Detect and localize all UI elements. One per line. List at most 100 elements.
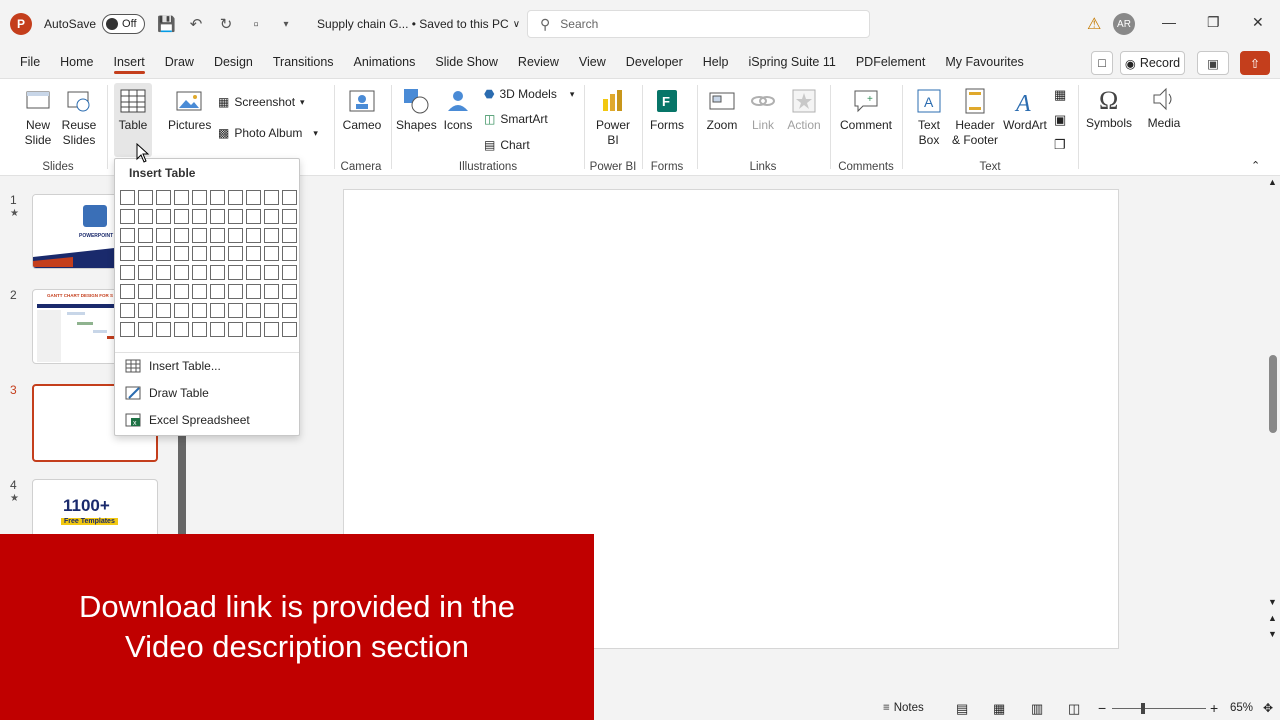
normal-view-icon[interactable]: ▤: [956, 701, 968, 717]
tab-developer[interactable]: Developer: [616, 48, 693, 76]
table-grid-cell[interactable]: [138, 265, 153, 281]
power-bi-button[interactable]: Power BI: [591, 87, 635, 148]
tab-file[interactable]: File: [10, 48, 50, 76]
record-button[interactable]: ◉ Record: [1120, 51, 1185, 75]
table-grid-cell[interactable]: [192, 190, 207, 205]
table-grid-cell[interactable]: [282, 321, 297, 337]
table-grid-cell[interactable]: [210, 227, 225, 243]
table-grid-cell[interactable]: [210, 302, 225, 318]
screenshot-button[interactable]: ▦ Screenshot ▾: [218, 95, 305, 109]
text-box-button[interactable]: A Text Box: [909, 87, 949, 148]
undo-icon[interactable]: ↶: [187, 15, 205, 33]
shapes-button[interactable]: Shapes: [396, 87, 437, 133]
photo-album-button[interactable]: ▩ Photo Album ▾: [218, 126, 318, 140]
tab-animations[interactable]: Animations: [344, 48, 426, 76]
tab-review[interactable]: Review: [508, 48, 569, 76]
table-grid-cell[interactable]: [228, 302, 243, 318]
table-grid-cell[interactable]: [210, 265, 225, 281]
table-grid-cell[interactable]: [282, 208, 297, 224]
table-grid-cell[interactable]: [228, 283, 243, 299]
table-grid-cell[interactable]: [282, 246, 297, 262]
reading-view-icon[interactable]: ▥: [1031, 701, 1043, 717]
media-button[interactable]: Media: [1142, 85, 1186, 131]
table-grid-cell[interactable]: [264, 227, 279, 243]
table-grid-cell[interactable]: [156, 227, 171, 243]
slide-number-icon[interactable]: ▣: [1054, 112, 1066, 128]
autosave-toggle[interactable]: Off: [102, 14, 146, 34]
tab-ispring-suite-11[interactable]: iSpring Suite 11: [739, 48, 846, 76]
table-grid-cell[interactable]: [174, 321, 189, 337]
table-grid-cell[interactable]: [120, 190, 135, 205]
forms-button[interactable]: F Forms: [647, 87, 687, 133]
zoom-in-icon[interactable]: +: [1210, 700, 1218, 716]
table-grid-cell[interactable]: [138, 190, 153, 205]
table-grid-cell[interactable]: [120, 246, 135, 262]
table-grid-cell[interactable]: [174, 227, 189, 243]
scroll-down-icon[interactable]: ▼: [1268, 597, 1277, 607]
table-grid-cell[interactable]: [156, 246, 171, 262]
close-icon[interactable]: ✕: [1252, 14, 1264, 31]
pictures-button[interactable]: Pictures: [168, 87, 211, 133]
table-grid-cell[interactable]: [192, 246, 207, 262]
chart-button[interactable]: ▤ Chart: [484, 138, 530, 152]
reuse-slides-button[interactable]: Reuse Slides: [60, 87, 98, 148]
action-button[interactable]: Action: [784, 87, 824, 133]
scroll-thumb[interactable]: [1269, 355, 1277, 433]
draw-table-item[interactable]: Draw Table: [125, 381, 209, 405]
slide-sorter-icon[interactable]: ▦: [993, 701, 1005, 717]
table-grid-cell[interactable]: [282, 302, 297, 318]
comments-pane-button[interactable]: □: [1091, 51, 1113, 75]
table-grid-cell[interactable]: [156, 302, 171, 318]
table-grid-cell[interactable]: [174, 246, 189, 262]
table-grid-cell[interactable]: [120, 321, 135, 337]
present-icon[interactable]: ▫: [247, 16, 265, 33]
search-input[interactable]: ⚲ Search: [527, 10, 870, 38]
table-grid-cell[interactable]: [120, 302, 135, 318]
table-grid-cell[interactable]: [156, 265, 171, 281]
cameo-button[interactable]: Cameo: [341, 87, 383, 133]
excel-spreadsheet-item[interactable]: x Excel Spreadsheet: [125, 408, 250, 432]
document-title[interactable]: Supply chain G... • Saved to this PC ∨: [317, 17, 520, 31]
zoom-slider-thumb[interactable]: [1141, 703, 1145, 714]
table-grid-cell[interactable]: [210, 246, 225, 262]
table-grid-cell[interactable]: [228, 265, 243, 281]
minimize-icon[interactable]: —: [1162, 14, 1176, 30]
header-footer-button[interactable]: Header & Footer: [951, 87, 999, 148]
icons-button[interactable]: Icons: [440, 87, 476, 133]
object-icon[interactable]: ❐: [1054, 137, 1066, 153]
table-grid-cell[interactable]: [282, 283, 297, 299]
table-grid-cell[interactable]: [246, 246, 261, 262]
tab-home[interactable]: Home: [50, 48, 103, 76]
table-grid-cell[interactable]: [264, 321, 279, 337]
table-grid-cell[interactable]: [264, 265, 279, 281]
date-time-icon[interactable]: ▦: [1054, 87, 1066, 103]
table-grid-cell[interactable]: [192, 227, 207, 243]
tab-slide-show[interactable]: Slide Show: [425, 48, 508, 76]
table-grid-cell[interactable]: [192, 321, 207, 337]
3d-models-button[interactable]: ⬣ 3D Models ▾: [484, 87, 574, 101]
table-grid-cell[interactable]: [246, 283, 261, 299]
table-grid-cell[interactable]: [210, 283, 225, 299]
link-button[interactable]: Link: [746, 87, 780, 133]
table-grid-cell[interactable]: [192, 208, 207, 224]
table-grid-cell[interactable]: [120, 265, 135, 281]
slideshow-icon[interactable]: ◫: [1068, 701, 1080, 717]
comment-button[interactable]: + Comment: [838, 87, 894, 133]
table-grid-cell[interactable]: [264, 283, 279, 299]
table-grid-cell[interactable]: [174, 283, 189, 299]
fit-to-window-icon[interactable]: ✥: [1263, 701, 1273, 715]
table-grid-cell[interactable]: [246, 190, 261, 205]
slide-scrollbar[interactable]: ▲ ▼ ▲ ▼: [1266, 177, 1280, 647]
redo-icon[interactable]: ↻: [217, 15, 235, 33]
table-grid-cell[interactable]: [246, 321, 261, 337]
tab-insert[interactable]: Insert: [104, 48, 155, 76]
table-grid-cell[interactable]: [246, 208, 261, 224]
table-grid-cell[interactable]: [264, 190, 279, 205]
table-grid-cell[interactable]: [264, 246, 279, 262]
symbols-button[interactable]: Ω Symbols: [1085, 85, 1133, 131]
table-grid-cell[interactable]: [174, 190, 189, 205]
table-grid-cell[interactable]: [210, 321, 225, 337]
tab-pdfelement[interactable]: PDFelement: [846, 48, 935, 76]
table-grid-cell[interactable]: [228, 246, 243, 262]
table-grid-cell[interactable]: [138, 246, 153, 262]
